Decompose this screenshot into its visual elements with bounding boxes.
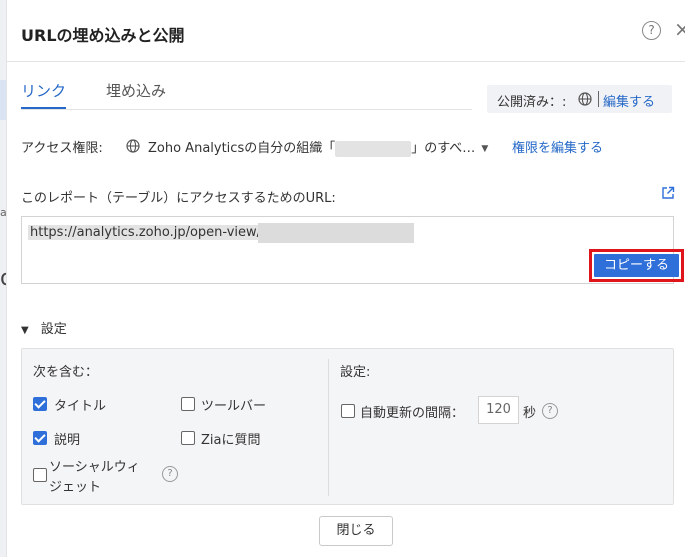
external-link-icon[interactable] [661,186,675,200]
edit-permission-link[interactable]: 権限を編集する [512,137,603,156]
include-heading: 次を含む： [33,365,99,380]
url-text: https://analytics.zoho.jp/open-view/ [28,225,264,240]
globe-icon [578,92,592,106]
dialog-title: URLの埋め込みと公開 [21,26,185,45]
tab-embed[interactable]: 埋め込み [106,80,166,101]
dropdown-text-prefix: Zoho Analyticsの自分の組織「 [148,141,336,156]
settings-toggle-label: 設定 [40,322,67,337]
social-widget-label-line2: ジェット [49,480,102,495]
title-checkbox[interactable] [33,397,47,411]
description-checkbox[interactable] [33,431,47,445]
edit-publish-link[interactable]: 編集する [603,91,655,110]
publish-dialog: URLの埋め込みと公開 ? × リンク 埋め込み 公開済み：: 編集する アクセ… [6,0,685,557]
redacted-org-name [335,140,412,157]
panel-divider [328,359,329,496]
access-permission-dropdown[interactable]: Zoho Analyticsの自分の組織「 」のすべ… ▼ [148,137,488,157]
dropdown-text-suffix: 」のすべ… [411,141,476,156]
interval-unit-label: 秒 [523,406,537,421]
help-icon[interactable]: ? [162,466,178,482]
dialog-header: URLの埋め込みと公開 ? × [7,0,685,62]
tab-link[interactable]: リンク [21,80,66,101]
tab-divider [21,109,472,110]
auto-refresh-checkbox[interactable] [341,404,355,418]
refresh-interval-input[interactable]: 120 [478,396,519,424]
close-icon[interactable]: × [674,18,685,40]
close-button[interactable]: 閉じる [319,516,393,546]
chevron-down-icon: ▼ [21,325,29,336]
help-icon[interactable]: ? [542,403,558,419]
access-permission-label: アクセス権限: [21,141,103,156]
globe-icon [126,139,140,153]
settings-heading: 設定: [340,365,371,380]
settings-panel: 次を含む： タイトル ツールバー 説明 Ziaに質問 ソーシャルウィ ジェット … [21,348,674,505]
active-tab-indicator [21,107,66,109]
social-widget-label-line1: ソーシャルウィ [49,460,140,475]
url-field[interactable]: https://analytics.zoho.jp/open-view/ [21,216,674,284]
copy-button[interactable]: コピーする [594,254,679,277]
title-checkbox-label: タイトル [54,399,107,414]
redacted-url-part [258,223,414,243]
social-widget-checkbox[interactable] [33,468,47,482]
publish-separator [598,91,599,107]
publish-status-box: 公開済み：: 編集する [487,85,672,113]
settings-toggle[interactable]: ▼ 設定 [21,318,67,337]
auto-refresh-label: 自動更新の間隔： [360,406,465,421]
description-checkbox-label: 説明 [54,433,81,448]
help-icon[interactable]: ? [642,21,661,40]
toolbar-checkbox[interactable] [181,397,195,411]
ask-zia-checkbox[interactable] [181,431,195,445]
url-label: このレポート（テーブル）にアクセスするためのURL: [21,191,336,206]
toolbar-checkbox-label: ツールバー [201,399,267,414]
chevron-down-icon: ▼ [481,143,489,154]
ask-zia-checkbox-label: Ziaに質問 [201,433,261,448]
publish-status-label: 公開済み：: [497,95,567,110]
